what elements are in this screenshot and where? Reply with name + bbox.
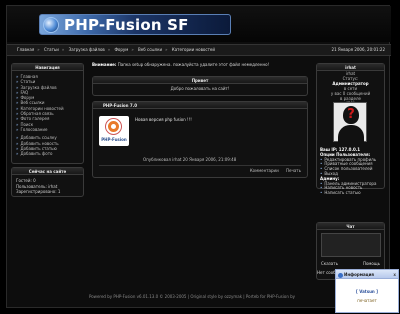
navigation-panel-title: Навигация [12,64,83,71]
navigation-list: Главная Статьи Загрузка файлов FAQ Форум… [12,71,83,159]
news-divider [99,165,301,166]
online-panel-title: Сейчас на сайте [12,168,83,175]
setup-warning-label: Внимание: [92,62,117,67]
footer: Powered by PHP-Fusion v6.01.13.0 © 2003-… [0,292,384,302]
popup-user[interactable]: [ Vatsun ] [336,287,398,296]
admin-option[interactable]: Написать статью [320,190,384,196]
footer-text: Powered by PHP-Fusion v6.01.13.0 © 2003-… [88,294,296,299]
info-popup[interactable]: Информация x [ Vatsun ] печатает [335,269,399,313]
setup-warning-text: Папка setup обнаружена. пожалуйста удали… [117,62,270,67]
top-navigation: Главная» Статьи» Загрузка файлов» Форум»… [7,44,391,56]
news-meta: Опубликовал irhat 20 Января 2006, 21:09:… [143,157,237,162]
popup-body: [ Vatsun ] печатает [336,279,398,305]
php-fusion-logo-icon [106,119,121,134]
shoutbox-input[interactable] [321,233,381,257]
popup-action: печатает [357,298,377,303]
site-logo[interactable]: PHP-Fusion SF [39,14,231,35]
news-print-link[interactable]: Печать [286,168,301,173]
header-bar: PHP-Fusion SF [7,6,391,42]
news-comments-link[interactable]: Комментарии [250,168,279,173]
popup-title: Информация [344,272,374,277]
shoutbox-title: Чат [317,223,384,230]
top-nav-links: Главная» Статьи» Загрузка файлов» Форум»… [17,47,215,52]
top-nav-link[interactable]: Веб ссылки [138,47,162,52]
news-body: Новая версия php fusion !!! [135,117,192,122]
welcome-panel: Привет Добро пожаловать на сайт! [92,76,308,96]
news-actions: Комментарии Печать [244,168,301,173]
setup-warning: Внимание: Папка setup обнаружена. пожалу… [92,60,308,70]
header-date: 21 Января 2006, 20:01:22 [331,47,385,52]
top-nav-link[interactable]: Категории новостей [172,47,215,52]
close-icon[interactable]: x [393,270,396,279]
top-nav-link[interactable]: Форум [114,47,128,52]
online-panel: Сейчас на сайте Гостей: 0 Пользователь: … [11,167,84,197]
top-nav-link[interactable]: Главная [17,47,34,52]
news-title[interactable]: PHP-Fusion 7.0 [93,102,307,109]
logo-text: PHP-Fusion SF [64,16,189,34]
welcome-title: Привет [93,77,307,84]
shout-help-button[interactable]: Помощь [363,261,380,266]
user-panel-title: irhat [317,64,384,71]
top-nav-link[interactable]: Статьи [44,47,59,52]
top-nav-link[interactable]: Загрузка файлов [69,47,105,52]
navigation-panel: Навигация Главная Статьи Загрузка файлов… [11,63,84,164]
nav-item[interactable]: Добавить фото [16,151,79,156]
avatar-body-icon [338,125,364,143]
user-panel: irhat irhat Статус: Администратор в сети… [316,63,385,195]
info-icon [338,272,343,278]
avatar: ? [333,102,367,143]
shout-send-button[interactable]: Сказать [321,261,338,266]
welcome-text: Добро пожаловать на сайт! [170,86,230,91]
popup-header: Информация x [336,270,398,279]
question-mark-icon: ? [347,107,355,122]
online-panel-body: Гостей: 0 Пользователь: irhat Зарегистри… [12,175,83,198]
user-status: irhat Статус: Администратор в сети у вас… [330,71,371,106]
logo-globe-icon [43,17,59,33]
news-category-image: PHP-Fusion [99,116,129,146]
news-panel: PHP-Fusion 7.0 PHP-Fusion Новая версия p… [92,101,308,178]
news-logo-label: PHP-Fusion [101,137,127,142]
online-registered: Зарегистрировано: 1 [16,189,61,194]
user-info: Ваш IP: 127.0.0.1 Опции Пользователя: Ре… [320,147,384,196]
